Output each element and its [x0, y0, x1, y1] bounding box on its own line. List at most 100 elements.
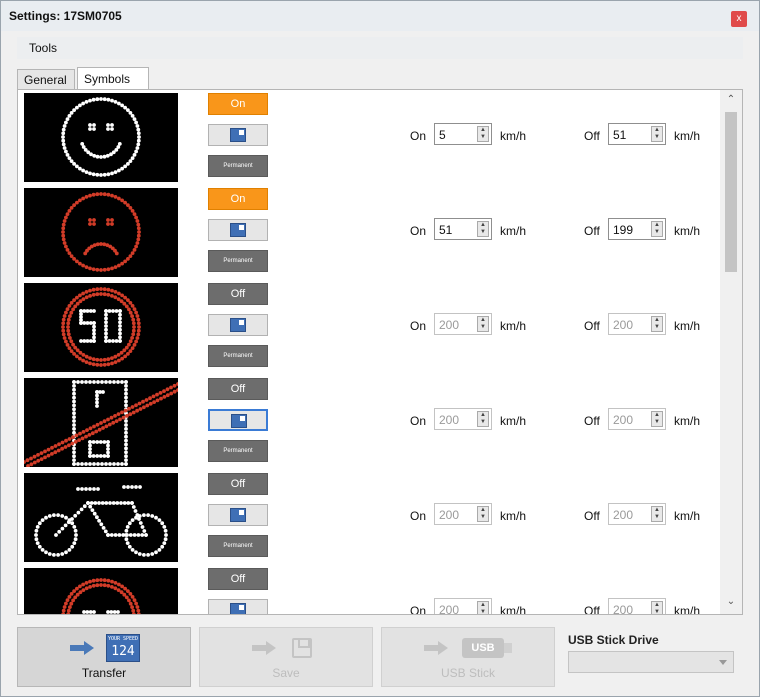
sad-face-icon-graphic — [61, 192, 141, 272]
edit-symbol-button[interactable] — [208, 599, 268, 614]
led-dot — [81, 297, 86, 301]
transfer-label: Transfer — [81, 666, 127, 680]
red-circle-symbol-icon-graphic — [61, 578, 141, 614]
led-dot — [108, 380, 112, 384]
edit-symbol-button[interactable] — [208, 409, 268, 431]
state-toggle-button[interactable]: Off — [208, 568, 268, 590]
spinner-arrows-icon[interactable]: ▲ ▼ — [651, 601, 663, 614]
led-dot — [56, 448, 61, 453]
edit-symbol-button[interactable] — [208, 124, 268, 146]
off-speed-spinner[interactable]: 200 ▲ ▼ — [608, 503, 666, 525]
state-toggle-button[interactable]: On — [208, 93, 268, 115]
edit-symbol-button[interactable] — [208, 219, 268, 241]
on-speed-value: 5 — [439, 128, 446, 142]
spinner-arrows-icon[interactable]: ▲ ▼ — [477, 411, 489, 427]
led-dot — [88, 193, 92, 198]
led-dot — [91, 267, 96, 272]
permanent-button[interactable]: Permanent — [208, 250, 268, 272]
scroll-thumb[interactable] — [725, 112, 737, 272]
on-speed-spinner[interactable]: 200 ▲ ▼ — [434, 313, 492, 335]
led-dot — [136, 131, 141, 136]
state-toggle-button[interactable]: Off — [208, 378, 268, 400]
off-speed-spinner[interactable]: 199 ▲ ▼ — [608, 218, 666, 240]
menu-tools[interactable]: Tools — [29, 41, 57, 55]
led-dot — [61, 230, 65, 234]
led-dot — [120, 410, 124, 415]
permanent-button[interactable]: Permanent — [208, 155, 268, 177]
off-speed-spinner[interactable]: 51 ▲ ▼ — [608, 123, 666, 145]
edit-symbol-button[interactable] — [208, 504, 268, 526]
on-speed-spinner[interactable]: 5 ▲ ▼ — [434, 123, 492, 145]
spinner-arrows-icon[interactable]: ▲ ▼ — [477, 601, 489, 614]
led-dot — [124, 442, 128, 447]
led-dot — [88, 266, 92, 271]
tab-general[interactable]: General — [17, 69, 75, 89]
usb-drive-select[interactable] — [568, 651, 734, 673]
led-dot — [99, 421, 103, 425]
led-dot — [132, 212, 137, 216]
on-speed-spinner[interactable]: 200 ▲ ▼ — [434, 503, 492, 525]
off-speed-spinner[interactable]: 200 ▲ ▼ — [608, 408, 666, 430]
spinner-arrows-icon[interactable]: ▲ ▼ — [477, 221, 489, 237]
led-dot — [92, 321, 96, 325]
led-dot — [160, 544, 165, 549]
spinner-arrows-icon[interactable]: ▲ ▼ — [651, 506, 663, 522]
led-dot — [130, 485, 134, 489]
spinner-arrows-icon[interactable]: ▲ ▼ — [651, 221, 663, 237]
scroll-down-icon[interactable]: ⌄ — [724, 596, 738, 610]
spinner-arrows-icon[interactable]: ▲ ▼ — [651, 411, 663, 427]
on-speed-spinner[interactable]: 200 ▲ ▼ — [434, 408, 492, 430]
led-dot — [140, 533, 145, 537]
led-dot — [61, 321, 66, 326]
tab-symbols[interactable]: Symbols — [77, 67, 149, 89]
permanent-button[interactable]: Permanent — [208, 535, 268, 557]
spinner-arrows-icon[interactable]: ▲ ▼ — [477, 506, 489, 522]
on-speed-spinner[interactable]: 200 ▲ ▼ — [434, 598, 492, 614]
led-dot — [136, 237, 141, 242]
led-dot — [124, 427, 128, 431]
led-dot — [127, 598, 131, 603]
spinner-arrows-icon[interactable]: ▲ ▼ — [651, 126, 663, 142]
led-dot — [60, 514, 65, 518]
led-dot — [82, 610, 86, 614]
led-dot — [136, 127, 141, 132]
save-button[interactable]: Save — [199, 627, 373, 687]
permanent-button[interactable]: Permanent — [208, 345, 268, 367]
led-dot — [124, 462, 128, 466]
transfer-button[interactable]: YOUR SPEED 124 Transfer — [17, 627, 191, 687]
usb-stick-button[interactable]: USB USB Stick — [381, 627, 555, 687]
led-dot — [61, 233, 66, 238]
off-speed-spinner[interactable]: 200 ▲ ▼ — [608, 598, 666, 614]
led-dot — [160, 521, 165, 526]
led-dot — [80, 380, 84, 384]
led-dot — [99, 292, 103, 296]
scroll-up-icon[interactable]: ⌃ — [724, 94, 738, 108]
led-dot — [117, 101, 121, 106]
state-toggle-button[interactable]: Off — [208, 283, 268, 305]
led-dot — [79, 321, 83, 325]
led-dot — [116, 412, 121, 416]
state-toggle-button[interactable]: On — [208, 188, 268, 210]
led-dot — [124, 454, 128, 459]
led-dot — [172, 389, 177, 394]
off-speed-unit: km/h — [674, 509, 701, 523]
led-dot — [99, 578, 103, 582]
spinner-arrows-icon[interactable]: ▲ ▼ — [651, 316, 663, 332]
spinner-arrows-icon[interactable]: ▲ ▼ — [477, 126, 489, 142]
led-dot — [130, 501, 134, 505]
led-dot — [102, 578, 107, 583]
spinner-arrows-icon[interactable]: ▲ ▼ — [477, 316, 489, 332]
bicycle-icon — [24, 473, 178, 562]
off-speed-spinner[interactable]: 200 ▲ ▼ — [608, 313, 666, 335]
edit-symbol-button[interactable] — [208, 314, 268, 336]
led-dot — [101, 426, 105, 430]
on-speed-spinner[interactable]: 51 ▲ ▼ — [434, 218, 492, 240]
led-dot — [36, 453, 40, 457]
led-dot — [152, 400, 157, 404]
close-button[interactable]: x — [731, 11, 747, 27]
led-dot — [169, 391, 174, 396]
led-dot — [135, 336, 140, 340]
state-toggle-button[interactable]: Off — [208, 473, 268, 495]
vertical-scrollbar[interactable]: ⌃ ⌄ — [720, 90, 742, 614]
permanent-button[interactable]: Permanent — [208, 440, 268, 462]
